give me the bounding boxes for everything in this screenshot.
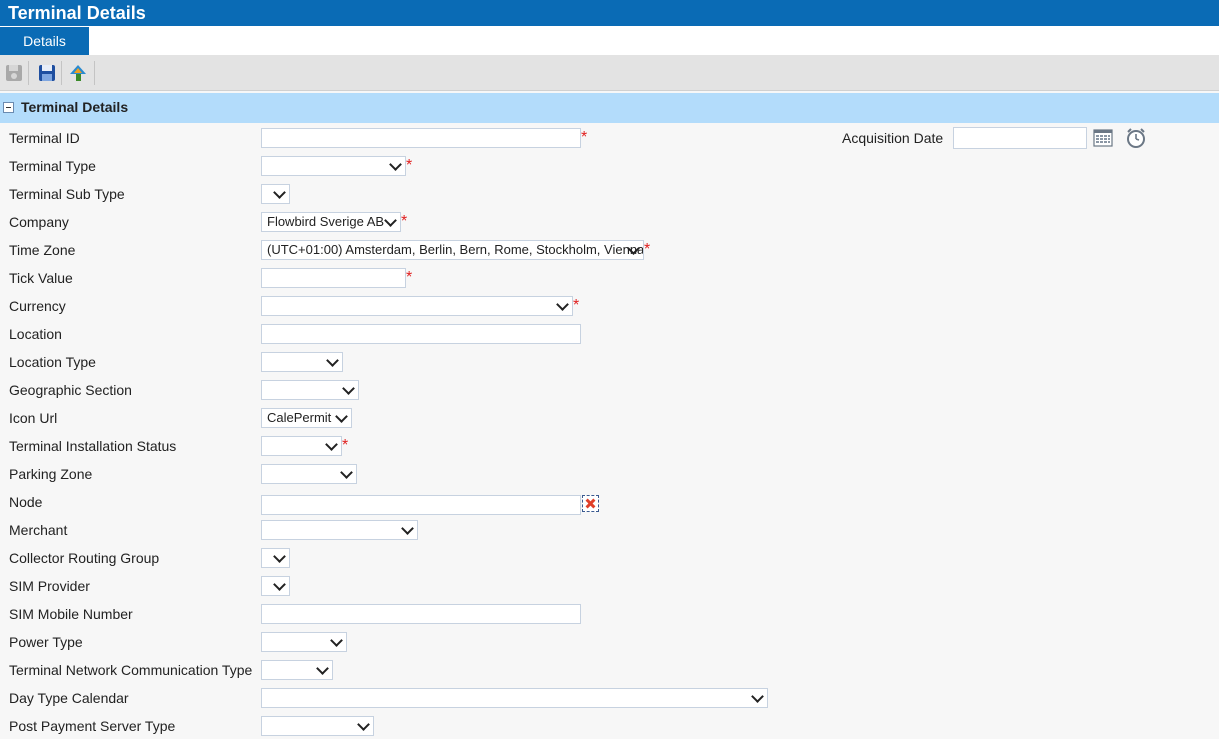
collector-routing-group-select[interactable] [261, 548, 290, 568]
location-type-select[interactable] [261, 352, 343, 372]
label-terminal-sub-type: Terminal Sub Type [9, 186, 125, 202]
clear-node-icon[interactable] [582, 495, 599, 512]
save-icon[interactable] [36, 62, 58, 84]
section-title: Terminal Details [21, 99, 129, 115]
chevron-down-icon [325, 438, 338, 451]
parking-zone-select[interactable] [261, 464, 357, 484]
section-header: Terminal Details [0, 93, 1219, 123]
chevron-down-icon [273, 550, 286, 563]
label-icon-url: Icon Url [9, 410, 58, 426]
required-marker: * [644, 241, 651, 258]
label-merchant: Merchant [9, 522, 68, 538]
location-input[interactable] [261, 324, 581, 344]
tick-value-input[interactable] [261, 268, 406, 288]
required-marker: * [573, 297, 580, 314]
chevron-down-icon [342, 382, 355, 395]
label-network-comm-type: Terminal Network Communication Type [9, 662, 253, 678]
geographic-section-select[interactable] [261, 380, 359, 400]
chevron-down-icon [335, 410, 348, 423]
day-type-calendar-select[interactable] [261, 688, 768, 708]
clock-icon[interactable] [1125, 127, 1147, 149]
label-location-type: Location Type [9, 354, 96, 370]
page-title: Terminal Details [0, 0, 1219, 26]
currency-select[interactable] [261, 296, 573, 316]
collapse-icon[interactable] [3, 102, 14, 113]
chevron-down-icon [273, 186, 286, 199]
time-zone-select[interactable]: (UTC+01:00) Amsterdam, Berlin, Bern, Rom… [261, 240, 644, 260]
label-node: Node [9, 494, 43, 510]
sim-provider-select[interactable] [261, 576, 290, 596]
label-time-zone: Time Zone [9, 242, 76, 258]
toolbar [0, 55, 1219, 91]
power-type-select[interactable] [261, 632, 347, 652]
terminal-id-input[interactable] [261, 128, 581, 148]
icon-url-select[interactable]: CalePermit [261, 408, 352, 428]
save-disabled-icon[interactable] [3, 62, 25, 84]
chevron-down-icon [330, 634, 343, 647]
label-company: Company [9, 214, 69, 230]
chevron-down-icon [326, 354, 339, 367]
label-sim-provider: SIM Provider [9, 578, 90, 594]
sim-mobile-number-input[interactable] [261, 604, 581, 624]
label-terminal-type: Terminal Type [9, 158, 96, 174]
label-terminal-id: Terminal ID [9, 130, 80, 146]
tab-strip: Details [0, 26, 1219, 55]
tab-details[interactable]: Details [0, 27, 89, 55]
label-power-type: Power Type [9, 634, 83, 650]
network-comm-type-select[interactable] [261, 660, 333, 680]
chevron-down-icon [751, 690, 764, 703]
chevron-down-icon [401, 522, 414, 535]
label-day-type-calendar: Day Type Calendar [9, 690, 129, 706]
label-currency: Currency [9, 298, 66, 314]
chevron-down-icon [384, 214, 397, 227]
upload-icon[interactable] [67, 62, 89, 84]
chevron-down-icon [316, 662, 329, 675]
required-marker: * [401, 213, 408, 230]
installation-status-select[interactable] [261, 436, 342, 456]
required-marker: * [406, 269, 413, 286]
merchant-select[interactable] [261, 520, 418, 540]
chevron-down-icon [556, 298, 569, 311]
post-payment-server-type-select[interactable] [261, 716, 374, 736]
label-collector-routing-group: Collector Routing Group [9, 550, 160, 566]
required-marker: * [581, 129, 588, 146]
acquisition-date-input[interactable] [953, 127, 1087, 149]
label-acquisition-date: Acquisition Date [842, 130, 944, 146]
label-sim-mobile-number: SIM Mobile Number [9, 606, 133, 622]
company-select[interactable]: Flowbird Sverige AB [261, 212, 401, 232]
terminal-type-select[interactable] [261, 156, 406, 176]
toolbar-separator [94, 61, 95, 85]
label-location: Location [9, 326, 62, 342]
node-input[interactable] [261, 495, 581, 515]
required-marker: * [342, 437, 349, 454]
label-parking-zone: Parking Zone [9, 466, 93, 482]
toolbar-separator [61, 61, 62, 85]
label-geographic-section: Geographic Section [9, 382, 132, 398]
label-installation-status: Terminal Installation Status [9, 438, 177, 454]
label-post-payment-server-type: Post Payment Server Type [9, 718, 176, 734]
toolbar-separator [28, 61, 29, 85]
required-marker: * [406, 157, 413, 174]
chevron-down-icon [340, 466, 353, 479]
chevron-down-icon [389, 158, 402, 171]
chevron-down-icon [357, 718, 370, 731]
label-tick-value: Tick Value [9, 270, 73, 286]
chevron-down-icon [273, 578, 286, 591]
calendar-icon[interactable] [1093, 128, 1113, 148]
terminal-sub-type-select[interactable] [261, 184, 290, 204]
